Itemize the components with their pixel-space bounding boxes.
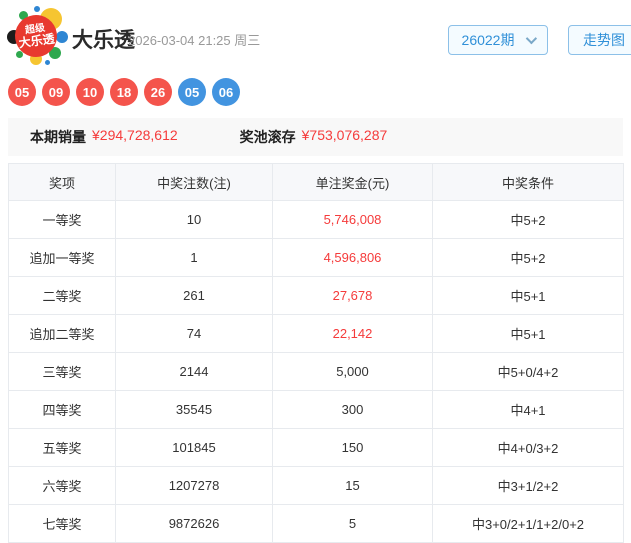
draw-datetime: 2026-03-04 21:25 周三: [128, 33, 261, 48]
table-row: 三等奖 2144 5,000 中5+0/4+2: [8, 352, 624, 391]
winning-count-cell: 101845: [115, 428, 273, 467]
pool-label: 奖池滚存: [239, 129, 296, 145]
lottery-ball: 26: [144, 78, 172, 106]
winning-count-cell: 2144: [115, 352, 273, 391]
logo-text-line2: 大乐透: [17, 31, 56, 50]
prize-table-body: 一等奖 10 5,746,008 中5+2 追加一等奖 1 4,596,806 …: [8, 200, 624, 543]
table-row: 追加二等奖 74 22,142 中5+1: [8, 314, 624, 353]
sales-value: ¥294,728,612: [92, 127, 178, 143]
winning-count-cell: 35545: [115, 390, 273, 429]
lottery-ball: 10: [76, 78, 104, 106]
table-row: 五等奖 101845 150 中4+0/3+2: [8, 428, 624, 467]
logo-dot: [34, 6, 40, 12]
table-row: 一等奖 10 5,746,008 中5+2: [8, 200, 624, 239]
winning-count-cell: 74: [115, 314, 273, 353]
prize-name-cell: 二等奖: [8, 276, 116, 315]
period-dropdown[interactable]: 26022期: [448, 25, 548, 55]
prize-amount-cell: 22,142: [272, 314, 433, 353]
win-condition-cell: 中5+2: [432, 200, 624, 239]
winning-count-cell: 1207278: [115, 466, 273, 505]
win-condition-cell: 中3+1/2+2: [432, 466, 624, 505]
logo-dot: [56, 31, 68, 43]
prize-amount-cell: 300: [272, 390, 433, 429]
pool-value: ¥753,076,287: [301, 127, 388, 143]
prize-amount-cell: 5,746,008: [272, 200, 433, 239]
super-lotto-logo: 超级 大乐透: [7, 6, 68, 65]
lottery-ball: 05: [8, 78, 36, 106]
table-row: 二等奖 261 27,678 中5+1: [8, 276, 624, 315]
winning-count-cell: 10: [115, 200, 273, 239]
prize-amount-cell: 150: [272, 428, 433, 467]
period-dropdown-value: 26022期: [461, 32, 515, 48]
prize-name-cell: 追加二等奖: [8, 314, 116, 353]
winning-count-cell: 1: [115, 238, 273, 277]
draw-numbers: 05 09 10 18 26 05 06: [8, 78, 240, 106]
winning-count-cell: 261: [115, 276, 273, 315]
table-row: 追加一等奖 1 4,596,806 中5+2: [8, 238, 624, 277]
prize-name-cell: 五等奖: [8, 428, 116, 467]
page-header: 超级 大乐透 大乐透 2026-03-04 21:25 周三 26022期 走势…: [0, 0, 631, 72]
prize-amount-cell: 5,000: [272, 352, 433, 391]
win-condition-cell: 中5+1: [432, 276, 624, 315]
win-condition-cell: 中5+1: [432, 314, 624, 353]
win-condition-cell: 中5+0/4+2: [432, 352, 624, 391]
prize-name-cell: 六等奖: [8, 466, 116, 505]
prize-name-cell: 追加一等奖: [8, 238, 116, 277]
prize-amount-cell: 27,678: [272, 276, 433, 315]
trend-chart-button[interactable]: 走势图: [568, 25, 631, 55]
win-condition-cell: 中5+2: [432, 238, 624, 277]
lottery-ball: 09: [42, 78, 70, 106]
prize-name-cell: 三等奖: [8, 352, 116, 391]
prize-table-header-row: 奖项 中奖注数(注) 单注奖金(元) 中奖条件: [8, 163, 624, 201]
lottery-ball: 05: [178, 78, 206, 106]
prize-table: 奖项 中奖注数(注) 单注奖金(元) 中奖条件 一等奖 10 5,746,008…: [8, 163, 624, 543]
win-condition-cell: 中3+0/2+1/1+2/0+2: [432, 504, 624, 543]
winning-count-cell: 9872626: [115, 504, 273, 543]
column-header-prize: 奖项: [8, 163, 116, 201]
lottery-ball: 06: [212, 78, 240, 106]
prize-name-cell: 一等奖: [8, 200, 116, 239]
column-header-condition: 中奖条件: [432, 163, 624, 201]
summary-bar: 本期销量 ¥294,728,612 奖池滚存 ¥753,076,287: [8, 118, 623, 156]
table-row: 六等奖 1207278 15 中3+1/2+2: [8, 466, 624, 505]
table-row: 四等奖 35545 300 中4+1: [8, 390, 624, 429]
chevron-down-icon: [526, 32, 538, 45]
prize-amount-cell: 15: [272, 466, 433, 505]
win-condition-cell: 中4+0/3+2: [432, 428, 624, 467]
column-header-amount: 单注奖金(元): [272, 163, 433, 201]
prize-name-cell: 七等奖: [8, 504, 116, 543]
prize-amount-cell: 5: [272, 504, 433, 543]
prize-name-cell: 四等奖: [8, 390, 116, 429]
win-condition-cell: 中4+1: [432, 390, 624, 429]
page-title: 大乐透: [72, 29, 135, 52]
prize-amount-cell: 4,596,806: [272, 238, 433, 277]
logo-dot: [45, 60, 50, 65]
column-header-count: 中奖注数(注): [115, 163, 273, 201]
table-row: 七等奖 9872626 5 中3+0/2+1/1+2/0+2: [8, 504, 624, 543]
sales-label: 本期销量: [30, 129, 86, 145]
lottery-ball: 18: [110, 78, 138, 106]
